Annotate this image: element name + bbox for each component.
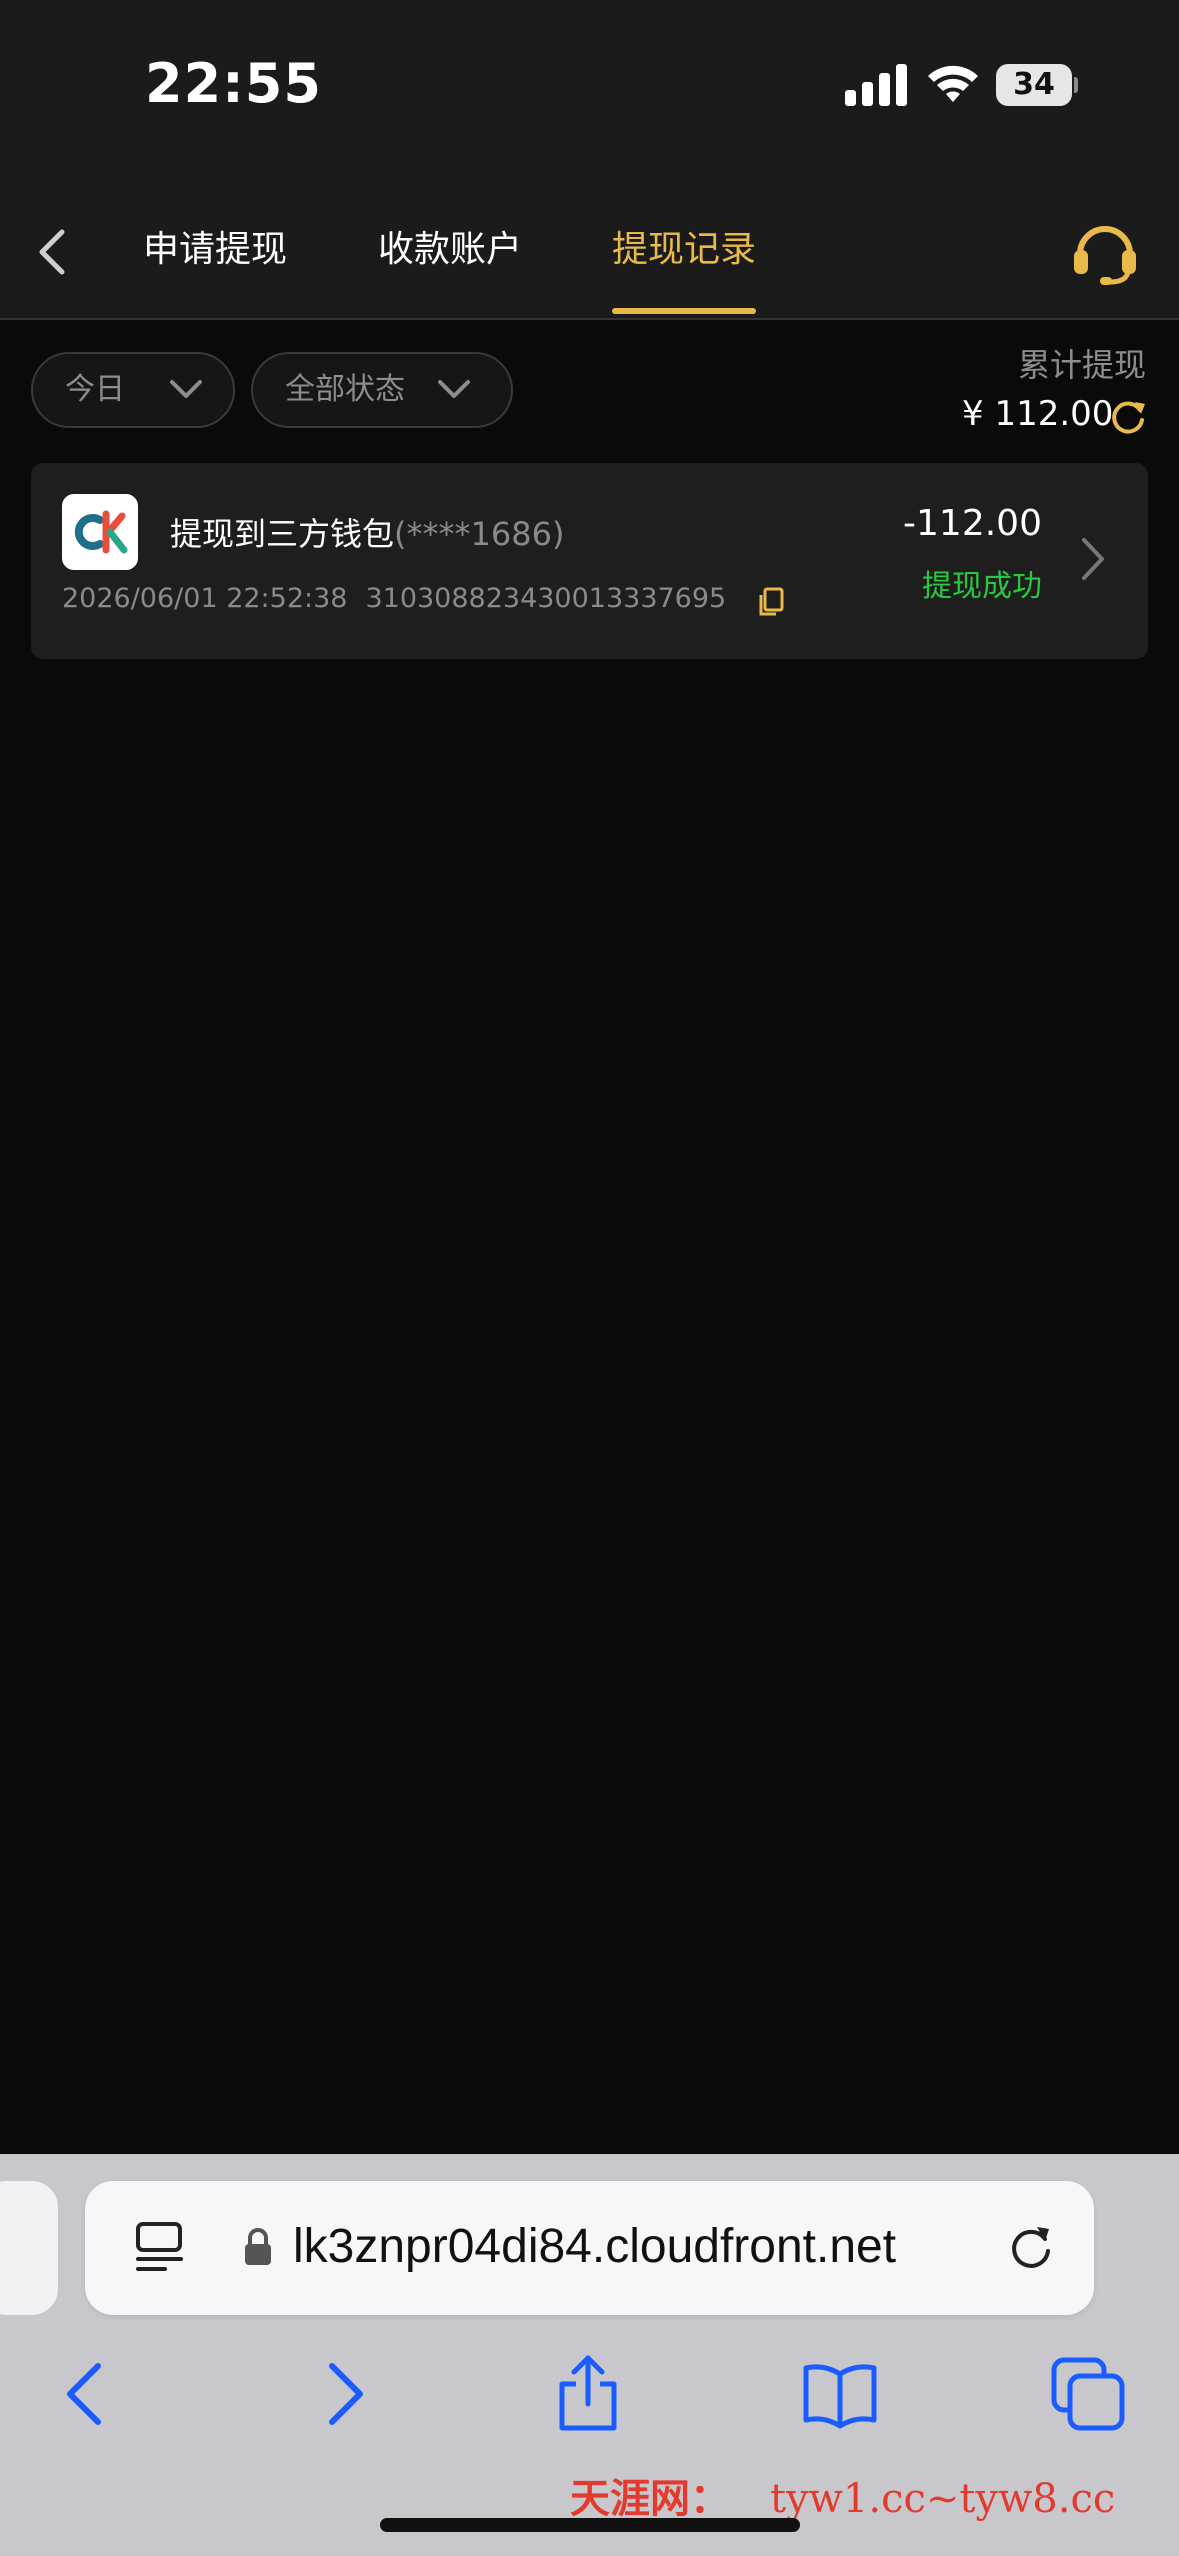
reader-icon[interactable]: [135, 2221, 187, 2275]
total-withdrawn-value: ¥ 112.00: [962, 394, 1114, 434]
status-filter-label: 全部状态: [285, 372, 405, 407]
record-title-text: 提现到三方钱包: [170, 515, 395, 553]
bookmarks-icon[interactable]: [800, 2354, 880, 2434]
tab-apply-withdraw[interactable]: 申请提现: [143, 220, 287, 284]
browser-back-icon[interactable]: [48, 2354, 128, 2434]
back-icon[interactable]: [30, 220, 74, 284]
url-text: lk3znpr04di84.cloudfront.net: [293, 2220, 897, 2273]
watermark-domains: tyw1.cc~tyw8.cc: [770, 2476, 1116, 2522]
record-meta: 2026/06/01 22:52:38 310308823430013337695: [62, 583, 726, 614]
home-indicator: [380, 2518, 800, 2532]
record-status: 提现成功: [922, 569, 1042, 604]
record-order-number: 310308823430013337695: [365, 583, 727, 614]
tab-withdraw-records[interactable]: 提现记录: [612, 220, 756, 284]
record-amount: -112.00: [903, 503, 1042, 544]
chevron-down-icon: [438, 380, 470, 398]
status-filter-dropdown[interactable]: 全部状态: [251, 352, 513, 428]
record-title: 提现到三方钱包(****1686): [170, 509, 564, 555]
record-account: (****1686): [394, 515, 565, 553]
wallet-logo-mark: [74, 510, 128, 554]
date-filter-label: 今日: [65, 372, 125, 407]
battery-icon: 34: [996, 64, 1078, 106]
copy-icon[interactable]: [757, 587, 785, 617]
signal-icon: [845, 64, 907, 106]
chevron-right-icon[interactable]: [1079, 535, 1107, 583]
reload-icon[interactable]: [1005, 2221, 1057, 2275]
date-filter-dropdown[interactable]: 今日: [31, 352, 235, 428]
status-time: 22:55: [145, 52, 322, 115]
watermark: 天涯网： tyw1.cc~tyw8.cc: [570, 2466, 1115, 2524]
tab-payee-accounts[interactable]: 收款账户: [378, 220, 522, 284]
total-withdrawn-label: 累计提现: [1017, 346, 1146, 384]
browser-forward-icon[interactable]: [302, 2354, 382, 2434]
share-icon[interactable]: [548, 2354, 628, 2434]
wallet-logo: [62, 494, 138, 570]
withdraw-record-card[interactable]: 提现到三方钱包(****1686) 2026/06/01 22:52:38 310…: [31, 463, 1148, 659]
active-tab-indicator: [612, 308, 756, 314]
battery-cap: [1074, 77, 1078, 93]
browser-toolbar-area: lk3znpr04di84.cloudfront.net 天涯网： tyw1.c…: [0, 2154, 1179, 2556]
wifi-icon: [928, 65, 978, 102]
address-bar[interactable]: lk3znpr04di84.cloudfront.net: [85, 2181, 1094, 2315]
lock-icon: [245, 2228, 271, 2265]
watermark-brand: 天涯网：: [570, 2475, 730, 2522]
nav-bar: 申请提现 收款账户 提现记录: [0, 190, 1179, 320]
screen: 22:55 34 申请提现 收款账户 提现记录 今日 全部状态 累计提现 ¥ 1…: [0, 0, 1179, 2556]
previous-tab-preview[interactable]: [0, 2181, 58, 2315]
chevron-down-icon: [170, 380, 202, 398]
record-datetime: 2026/06/01 22:52:38: [62, 583, 348, 614]
refresh-icon[interactable]: [1109, 398, 1147, 436]
tabs-icon[interactable]: [1048, 2354, 1128, 2434]
battery-level: 34: [996, 64, 1072, 106]
headset-icon[interactable]: [1070, 216, 1140, 286]
status-bar: 22:55 34: [0, 0, 1179, 190]
